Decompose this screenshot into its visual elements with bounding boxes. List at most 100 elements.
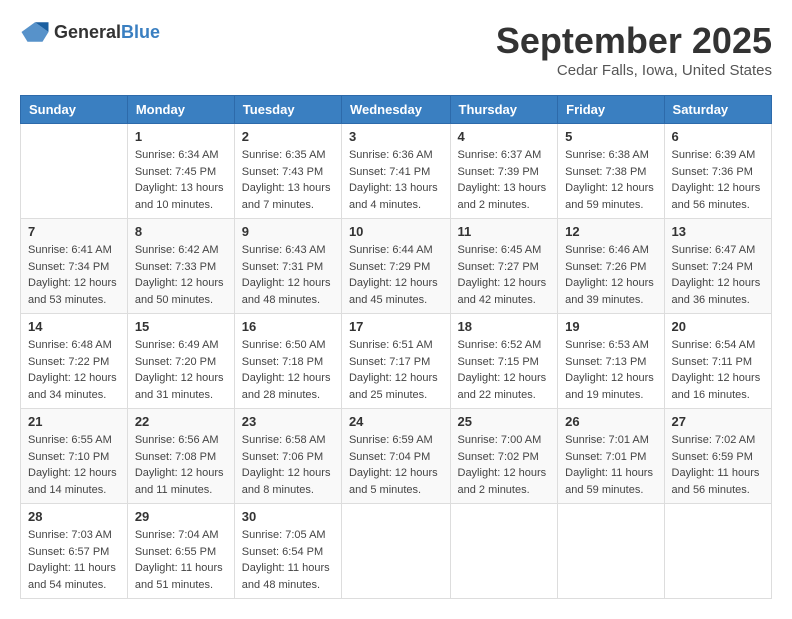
daylight-text: Daylight: 11 hours and 48 minutes. (242, 560, 334, 593)
calendar-week-row: 7 Sunrise: 6:41 AM Sunset: 7:34 PM Dayli… (21, 219, 772, 314)
sunset-text: Sunset: 7:18 PM (242, 354, 334, 371)
calendar-cell: 15 Sunrise: 6:49 AM Sunset: 7:20 PM Dayl… (127, 314, 234, 409)
sunset-text: Sunset: 7:11 PM (672, 354, 764, 371)
sunrise-text: Sunrise: 7:02 AM (672, 432, 764, 449)
sunrise-text: Sunrise: 6:59 AM (349, 432, 443, 449)
daylight-text: Daylight: 12 hours and 53 minutes. (28, 275, 120, 308)
calendar-cell: 6 Sunrise: 6:39 AM Sunset: 7:36 PM Dayli… (664, 124, 771, 219)
sunset-text: Sunset: 7:26 PM (565, 259, 656, 276)
sunrise-text: Sunrise: 6:34 AM (135, 147, 227, 164)
daylight-text: Daylight: 12 hours and 56 minutes. (672, 180, 764, 213)
sunrise-text: Sunrise: 6:36 AM (349, 147, 443, 164)
calendar-cell: 28 Sunrise: 7:03 AM Sunset: 6:57 PM Dayl… (21, 504, 128, 599)
sunset-text: Sunset: 7:06 PM (242, 449, 334, 466)
sunset-text: Sunset: 7:24 PM (672, 259, 764, 276)
day-detail: Sunrise: 6:45 AM Sunset: 7:27 PM Dayligh… (458, 242, 551, 308)
sunrise-text: Sunrise: 6:52 AM (458, 337, 551, 354)
day-number: 2 (242, 129, 334, 144)
sunrise-text: Sunrise: 6:48 AM (28, 337, 120, 354)
title-block: September 2025 Cedar Falls, Iowa, United… (496, 20, 772, 79)
sunrise-text: Sunrise: 6:56 AM (135, 432, 227, 449)
weekday-header-thursday: Thursday (450, 96, 558, 124)
location-text: Cedar Falls, Iowa, United States (496, 62, 772, 79)
sunrise-text: Sunrise: 6:35 AM (242, 147, 334, 164)
day-number: 12 (565, 224, 656, 239)
daylight-text: Daylight: 11 hours and 51 minutes. (135, 560, 227, 593)
day-detail: Sunrise: 6:50 AM Sunset: 7:18 PM Dayligh… (242, 337, 334, 403)
daylight-text: Daylight: 12 hours and 48 minutes. (242, 275, 334, 308)
daylight-text: Daylight: 11 hours and 56 minutes. (672, 465, 764, 498)
daylight-text: Daylight: 13 hours and 2 minutes. (458, 180, 551, 213)
day-number: 4 (458, 129, 551, 144)
day-detail: Sunrise: 6:55 AM Sunset: 7:10 PM Dayligh… (28, 432, 120, 498)
sunrise-text: Sunrise: 7:01 AM (565, 432, 656, 449)
day-number: 26 (565, 414, 656, 429)
calendar-cell: 20 Sunrise: 6:54 AM Sunset: 7:11 PM Dayl… (664, 314, 771, 409)
daylight-text: Daylight: 12 hours and 50 minutes. (135, 275, 227, 308)
calendar-cell: 2 Sunrise: 6:35 AM Sunset: 7:43 PM Dayli… (234, 124, 341, 219)
daylight-text: Daylight: 12 hours and 42 minutes. (458, 275, 551, 308)
day-detail: Sunrise: 6:59 AM Sunset: 7:04 PM Dayligh… (349, 432, 443, 498)
day-number: 16 (242, 319, 334, 334)
calendar-cell: 13 Sunrise: 6:47 AM Sunset: 7:24 PM Dayl… (664, 219, 771, 314)
calendar-cell: 9 Sunrise: 6:43 AM Sunset: 7:31 PM Dayli… (234, 219, 341, 314)
sunset-text: Sunset: 7:33 PM (135, 259, 227, 276)
day-detail: Sunrise: 6:43 AM Sunset: 7:31 PM Dayligh… (242, 242, 334, 308)
day-number: 1 (135, 129, 227, 144)
sunset-text: Sunset: 7:29 PM (349, 259, 443, 276)
sunset-text: Sunset: 7:17 PM (349, 354, 443, 371)
day-number: 11 (458, 224, 551, 239)
day-detail: Sunrise: 6:36 AM Sunset: 7:41 PM Dayligh… (349, 147, 443, 213)
sunset-text: Sunset: 6:59 PM (672, 449, 764, 466)
calendar-cell: 27 Sunrise: 7:02 AM Sunset: 6:59 PM Dayl… (664, 409, 771, 504)
sunrise-text: Sunrise: 6:49 AM (135, 337, 227, 354)
calendar-cell: 3 Sunrise: 6:36 AM Sunset: 7:41 PM Dayli… (341, 124, 450, 219)
day-detail: Sunrise: 6:35 AM Sunset: 7:43 PM Dayligh… (242, 147, 334, 213)
sunset-text: Sunset: 7:39 PM (458, 164, 551, 181)
calendar-week-row: 21 Sunrise: 6:55 AM Sunset: 7:10 PM Dayl… (21, 409, 772, 504)
calendar-cell: 11 Sunrise: 6:45 AM Sunset: 7:27 PM Dayl… (450, 219, 558, 314)
day-detail: Sunrise: 6:53 AM Sunset: 7:13 PM Dayligh… (565, 337, 656, 403)
day-number: 24 (349, 414, 443, 429)
sunrise-text: Sunrise: 6:53 AM (565, 337, 656, 354)
sunrise-text: Sunrise: 6:42 AM (135, 242, 227, 259)
calendar-cell: 7 Sunrise: 6:41 AM Sunset: 7:34 PM Dayli… (21, 219, 128, 314)
calendar-cell: 26 Sunrise: 7:01 AM Sunset: 7:01 PM Dayl… (558, 409, 664, 504)
sunset-text: Sunset: 7:34 PM (28, 259, 120, 276)
daylight-text: Daylight: 12 hours and 11 minutes. (135, 465, 227, 498)
day-detail: Sunrise: 6:41 AM Sunset: 7:34 PM Dayligh… (28, 242, 120, 308)
day-detail: Sunrise: 7:02 AM Sunset: 6:59 PM Dayligh… (672, 432, 764, 498)
logo-icon (20, 20, 50, 44)
sunrise-text: Sunrise: 6:37 AM (458, 147, 551, 164)
daylight-text: Daylight: 12 hours and 14 minutes. (28, 465, 120, 498)
calendar-cell: 1 Sunrise: 6:34 AM Sunset: 7:45 PM Dayli… (127, 124, 234, 219)
daylight-text: Daylight: 11 hours and 54 minutes. (28, 560, 120, 593)
sunset-text: Sunset: 7:01 PM (565, 449, 656, 466)
sunset-text: Sunset: 7:08 PM (135, 449, 227, 466)
daylight-text: Daylight: 12 hours and 28 minutes. (242, 370, 334, 403)
day-number: 21 (28, 414, 120, 429)
calendar-cell: 18 Sunrise: 6:52 AM Sunset: 7:15 PM Dayl… (450, 314, 558, 409)
sunset-text: Sunset: 7:31 PM (242, 259, 334, 276)
daylight-text: Daylight: 12 hours and 8 minutes. (242, 465, 334, 498)
daylight-text: Daylight: 12 hours and 39 minutes. (565, 275, 656, 308)
calendar-cell: 24 Sunrise: 6:59 AM Sunset: 7:04 PM Dayl… (341, 409, 450, 504)
calendar-cell: 10 Sunrise: 6:44 AM Sunset: 7:29 PM Dayl… (341, 219, 450, 314)
sunrise-text: Sunrise: 6:39 AM (672, 147, 764, 164)
calendar-cell: 12 Sunrise: 6:46 AM Sunset: 7:26 PM Dayl… (558, 219, 664, 314)
day-number: 8 (135, 224, 227, 239)
sunset-text: Sunset: 7:38 PM (565, 164, 656, 181)
daylight-text: Daylight: 12 hours and 5 minutes. (349, 465, 443, 498)
day-number: 25 (458, 414, 551, 429)
sunrise-text: Sunrise: 6:43 AM (242, 242, 334, 259)
calendar-cell: 22 Sunrise: 6:56 AM Sunset: 7:08 PM Dayl… (127, 409, 234, 504)
day-detail: Sunrise: 6:49 AM Sunset: 7:20 PM Dayligh… (135, 337, 227, 403)
day-detail: Sunrise: 6:56 AM Sunset: 7:08 PM Dayligh… (135, 432, 227, 498)
sunrise-text: Sunrise: 6:45 AM (458, 242, 551, 259)
day-number: 29 (135, 509, 227, 524)
sunrise-text: Sunrise: 6:58 AM (242, 432, 334, 449)
sunrise-text: Sunrise: 7:05 AM (242, 527, 334, 544)
sunrise-text: Sunrise: 6:55 AM (28, 432, 120, 449)
sunset-text: Sunset: 6:55 PM (135, 544, 227, 561)
day-detail: Sunrise: 6:46 AM Sunset: 7:26 PM Dayligh… (565, 242, 656, 308)
